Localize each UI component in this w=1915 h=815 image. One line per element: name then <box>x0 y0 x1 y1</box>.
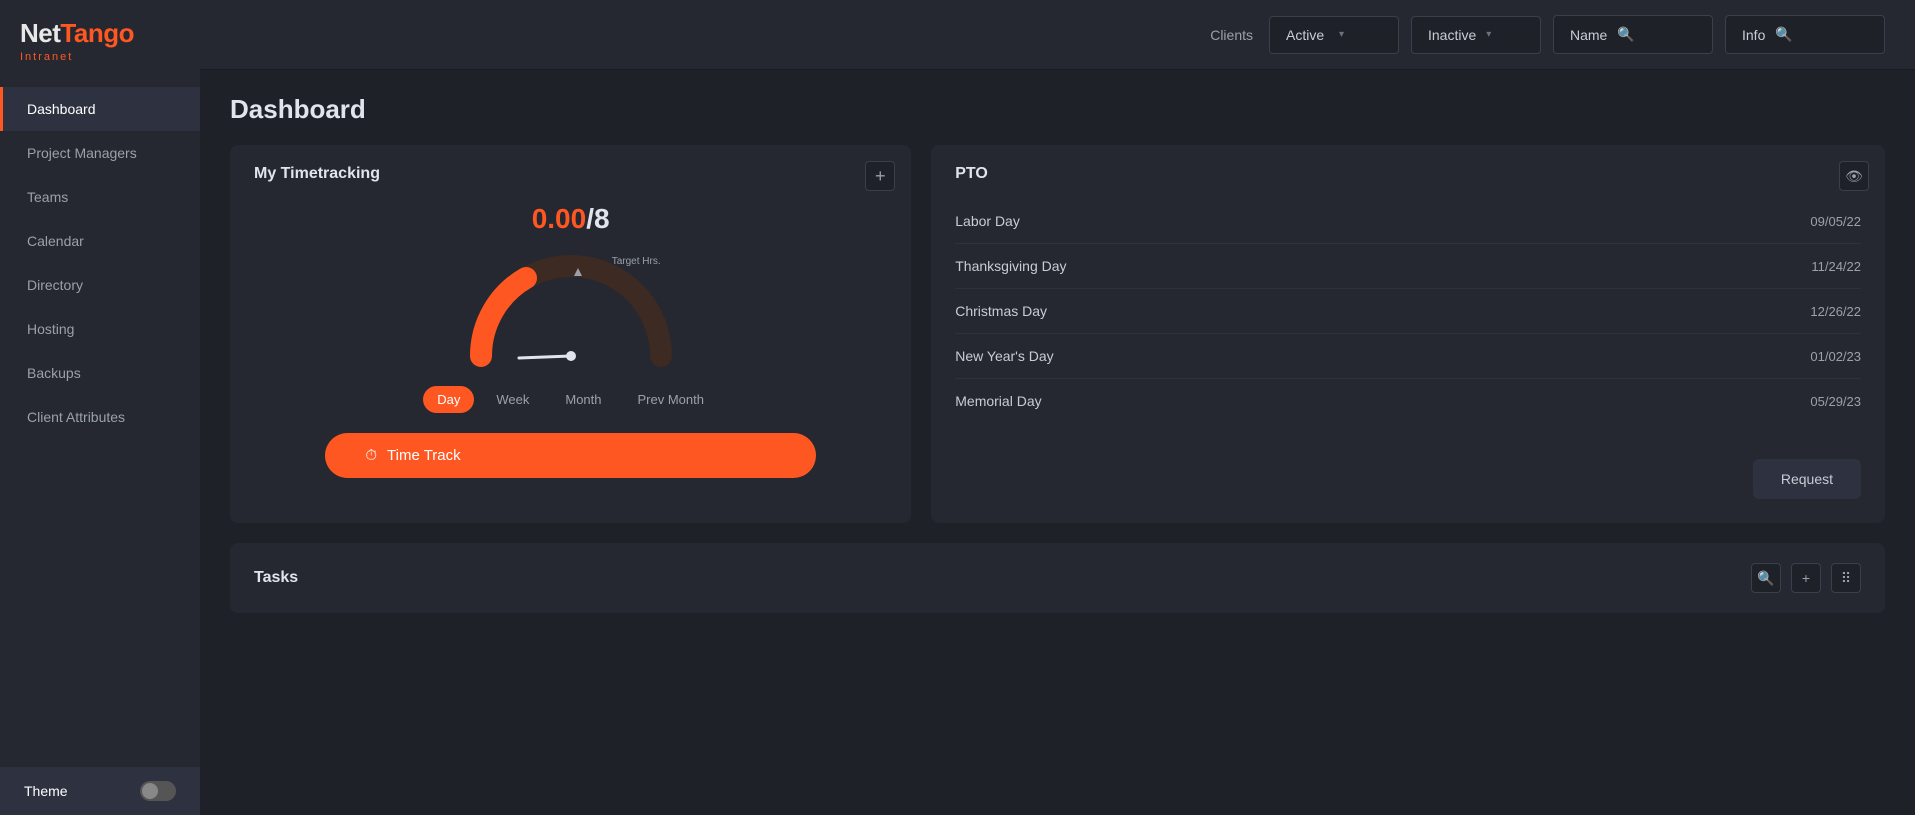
pto-holiday-name: Thanksgiving Day <box>955 258 1066 274</box>
sidebar-bottom: Theme <box>0 767 200 815</box>
info-search[interactable]: Info 🔍 <box>1725 15 1885 54</box>
sidebar-item-calendar[interactable]: Calendar <box>0 219 200 263</box>
gauge-value: 0.00/8 <box>532 199 610 236</box>
tasks-add-button[interactable]: + <box>1791 563 1821 593</box>
info-placeholder: Info <box>1742 27 1765 43</box>
tasks-grid-button[interactable]: ⠿ <box>1831 563 1861 593</box>
time-track-button[interactable]: ⏱ Time Track <box>325 433 816 478</box>
main-content: Clients Active ▾ Inactive ▾ Name 🔍 Info … <box>200 0 1915 815</box>
clients-label: Clients <box>1210 27 1253 43</box>
tab-prev-month[interactable]: Prev Month <box>624 386 718 413</box>
tasks-add-icon: + <box>1802 570 1810 586</box>
pto-holiday-name: Christmas Day <box>955 303 1047 319</box>
tasks-search-button[interactable]: 🔍 <box>1751 563 1781 593</box>
pto-holiday-date: 11/24/22 <box>1811 259 1861 274</box>
top-header: Clients Active ▾ Inactive ▾ Name 🔍 Info … <box>200 0 1915 70</box>
sidebar-item-directory[interactable]: Directory <box>0 263 200 307</box>
logo-area: NetTango Intranet <box>0 0 200 87</box>
logo-net: Net <box>20 18 60 48</box>
tasks-icons: 🔍 + ⠿ <box>1751 563 1861 593</box>
eye-icon: 👁 <box>1845 168 1863 185</box>
pto-holiday-date: 09/05/22 <box>1810 214 1861 229</box>
gauge-current: 0.00 <box>532 203 587 234</box>
pto-card-title: PTO <box>955 165 1861 183</box>
name-search-icon: 🔍 <box>1617 26 1634 43</box>
pto-card: PTO 👁 Labor Day 09/05/22 Thanksgiving Da… <box>931 145 1885 523</box>
timetracking-card: My Timetracking + 0.00/8 Target Hrs. <box>230 145 911 523</box>
page-title: Dashboard <box>230 94 1885 125</box>
pto-holiday-name: Memorial Day <box>955 393 1041 409</box>
logo-text: NetTango <box>20 18 134 49</box>
inactive-select[interactable]: Inactive ▾ <box>1411 16 1541 54</box>
active-select[interactable]: Active ▾ <box>1269 16 1399 54</box>
pto-holiday-date: 05/29/23 <box>1810 394 1861 409</box>
pto-holiday-date: 12/26/22 <box>1810 304 1861 319</box>
timetracking-add-button[interactable]: + <box>865 161 895 191</box>
gauge-container: 0.00/8 Target Hrs. <box>254 199 887 478</box>
pto-item-christmas: Christmas Day 12/26/22 <box>955 289 1861 334</box>
sidebar-item-client-attributes[interactable]: Client Attributes <box>0 395 200 439</box>
time-track-icon: ⏱ <box>365 447 377 464</box>
active-label: Active <box>1286 27 1329 43</box>
theme-toggle-area: Theme <box>0 767 200 815</box>
request-button[interactable]: Request <box>1753 459 1861 499</box>
pto-holiday-name: New Year's Day <box>955 348 1053 364</box>
sidebar: NetTango Intranet Dashboard Project Mana… <box>0 0 200 815</box>
tab-month[interactable]: Month <box>551 386 615 413</box>
pto-holiday-date: 01/02/23 <box>1810 349 1861 364</box>
pto-item-thanksgiving: Thanksgiving Day 11/24/22 <box>955 244 1861 289</box>
tasks-card-header: Tasks 🔍 + ⠿ <box>254 563 1861 593</box>
name-search[interactable]: Name 🔍 <box>1553 15 1713 54</box>
tasks-search-icon: 🔍 <box>1757 570 1774 587</box>
sidebar-item-hosting[interactable]: Hosting <box>0 307 200 351</box>
tasks-grid-icon: ⠿ <box>1841 570 1851 587</box>
pto-item-labor-day: Labor Day 09/05/22 <box>955 199 1861 244</box>
theme-label: Theme <box>24 783 68 799</box>
sidebar-item-teams[interactable]: Teams <box>0 175 200 219</box>
logo-tango: Tango <box>60 18 134 48</box>
sidebar-item-project-managers[interactable]: Project Managers <box>0 131 200 175</box>
page-body: Dashboard My Timetracking + 0.00/8 Targe… <box>200 70 1915 815</box>
gauge-tabs: Day Week Month Prev Month <box>423 386 718 413</box>
pto-holiday-name: Labor Day <box>955 213 1020 229</box>
theme-toggle[interactable] <box>140 781 176 801</box>
sidebar-item-backups[interactable]: Backups <box>0 351 200 395</box>
tab-week[interactable]: Week <box>482 386 543 413</box>
active-chevron-icon: ▾ <box>1339 29 1382 40</box>
pto-eye-button[interactable]: 👁 <box>1839 161 1869 191</box>
timetracking-card-title: My Timetracking <box>254 165 887 183</box>
tab-day[interactable]: Day <box>423 386 474 413</box>
tasks-card-title: Tasks <box>254 569 298 587</box>
gauge-target: /8 <box>586 203 609 234</box>
cards-row: My Timetracking + 0.00/8 Target Hrs. <box>230 145 1885 523</box>
gauge-target-label: Target Hrs. <box>612 256 661 267</box>
name-placeholder: Name <box>1570 27 1607 43</box>
time-track-label: Time Track <box>387 447 461 464</box>
inactive-chevron-icon: ▾ <box>1486 29 1524 40</box>
info-search-icon: 🔍 <box>1775 26 1792 43</box>
sidebar-item-dashboard[interactable]: Dashboard <box>0 87 200 131</box>
inactive-label: Inactive <box>1428 27 1476 43</box>
pto-item-memorial-day: Memorial Day 05/29/23 <box>955 379 1861 423</box>
tasks-card: Tasks 🔍 + ⠿ <box>230 543 1885 613</box>
pto-item-new-years: New Year's Day 01/02/23 <box>955 334 1861 379</box>
gauge-svg-wrapper: Target Hrs. <box>461 246 681 366</box>
logo-wrapper: NetTango Intranet <box>20 18 134 63</box>
pto-list: Labor Day 09/05/22 Thanksgiving Day 11/2… <box>955 199 1861 423</box>
logo-sub: Intranet <box>20 51 134 63</box>
